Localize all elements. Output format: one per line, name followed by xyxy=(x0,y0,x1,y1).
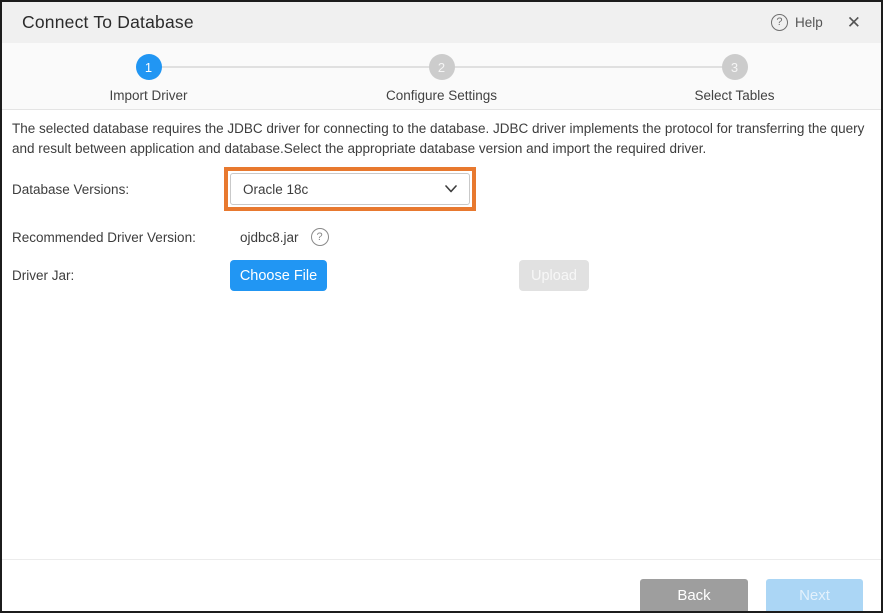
chevron-down-icon xyxy=(445,185,457,193)
database-versions-highlight-box: Oracle 18c xyxy=(224,167,476,211)
database-versions-select[interactable]: Oracle 18c xyxy=(230,173,470,205)
help-label: Help xyxy=(795,15,823,30)
recommended-driver-value: ojdbc8.jar xyxy=(240,230,299,245)
upload-button[interactable]: Upload xyxy=(519,260,589,291)
step-3-label: Select Tables xyxy=(694,88,774,103)
database-versions-row: Database Versions: Oracle 18c xyxy=(12,167,871,211)
next-button[interactable]: Next xyxy=(766,579,863,611)
recommended-driver-row: Recommended Driver Version: ojdbc8.jar ? xyxy=(12,228,871,246)
step-1-label: Import Driver xyxy=(109,88,187,103)
help-circle-icon: ? xyxy=(771,14,788,31)
recommended-driver-label: Recommended Driver Version: xyxy=(12,230,224,245)
step-import-driver[interactable]: 1 Import Driver xyxy=(2,43,295,109)
step-select-tables[interactable]: 3 Select Tables xyxy=(588,43,881,109)
step-2-label: Configure Settings xyxy=(386,88,497,103)
database-versions-selected-value: Oracle 18c xyxy=(243,182,445,197)
wizard-stepper: 1 Import Driver 2 Configure Settings 3 S… xyxy=(2,43,881,110)
driver-jar-label: Driver Jar: xyxy=(12,268,224,283)
step-3-circle: 3 xyxy=(722,54,748,80)
dialog-titlebar: Connect To Database ? Help ✕ xyxy=(2,2,881,43)
back-button[interactable]: Back xyxy=(640,579,748,611)
dialog-footer: Back Next xyxy=(2,559,881,611)
dialog-title: Connect To Database xyxy=(22,12,194,33)
dialog-content: The selected database requires the JDBC … xyxy=(2,110,881,291)
step-1-circle: 1 xyxy=(136,54,162,80)
choose-file-button[interactable]: Choose File xyxy=(230,260,327,291)
step-2-circle: 2 xyxy=(429,54,455,80)
database-versions-label: Database Versions: xyxy=(12,182,224,197)
driver-jar-row: Driver Jar: Choose File Upload xyxy=(12,260,871,291)
step-configure-settings[interactable]: 2 Configure Settings xyxy=(295,43,588,109)
connect-to-database-dialog: Connect To Database ? Help ✕ 1 Import Dr… xyxy=(0,0,883,613)
recommended-driver-value-group: ojdbc8.jar ? xyxy=(240,228,329,246)
driver-info-icon[interactable]: ? xyxy=(311,228,329,246)
jdbc-description-text: The selected database requires the JDBC … xyxy=(12,119,871,159)
close-icon[interactable]: ✕ xyxy=(847,14,861,31)
help-button[interactable]: ? Help xyxy=(771,14,823,31)
